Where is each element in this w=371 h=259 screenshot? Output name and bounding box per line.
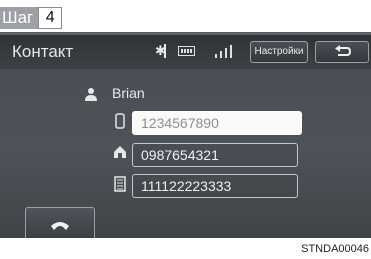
settings-button[interactable]: Настройки: [250, 41, 308, 63]
call-button[interactable]: [25, 207, 95, 238]
phone-number-office[interactable]: 111122223333: [132, 174, 298, 198]
page: Шаг 4 Контакт ✱ Настройки Brian 12345678…: [0, 0, 371, 259]
signal-strength-icon: [215, 44, 237, 58]
mobile-phone-icon: [115, 113, 125, 129]
office-icon: [114, 176, 126, 192]
battery-icon: [178, 46, 195, 56]
phone-number-mobile[interactable]: 1234567890: [132, 111, 302, 135]
step-label: Шаг 4: [0, 7, 63, 29]
home-icon: [114, 146, 126, 158]
display-screen: Контакт ✱ Настройки Brian 1234567890 098…: [0, 32, 371, 238]
back-arrow-icon: [335, 45, 352, 56]
figure-code: STNDA00046: [301, 243, 369, 255]
top-bar: Контакт ✱ Настройки: [0, 35, 371, 69]
back-button[interactable]: [315, 41, 369, 63]
step-word: Шаг: [0, 7, 39, 29]
person-icon: [85, 88, 97, 101]
step-number: 4: [38, 7, 63, 29]
phone-number-home[interactable]: 0987654321: [132, 143, 298, 167]
call-handset-icon: [51, 222, 69, 230]
bluetooth-bar-icon: [164, 44, 166, 58]
screen-title: Контакт: [12, 42, 74, 61]
contact-name: Brian: [112, 85, 145, 101]
